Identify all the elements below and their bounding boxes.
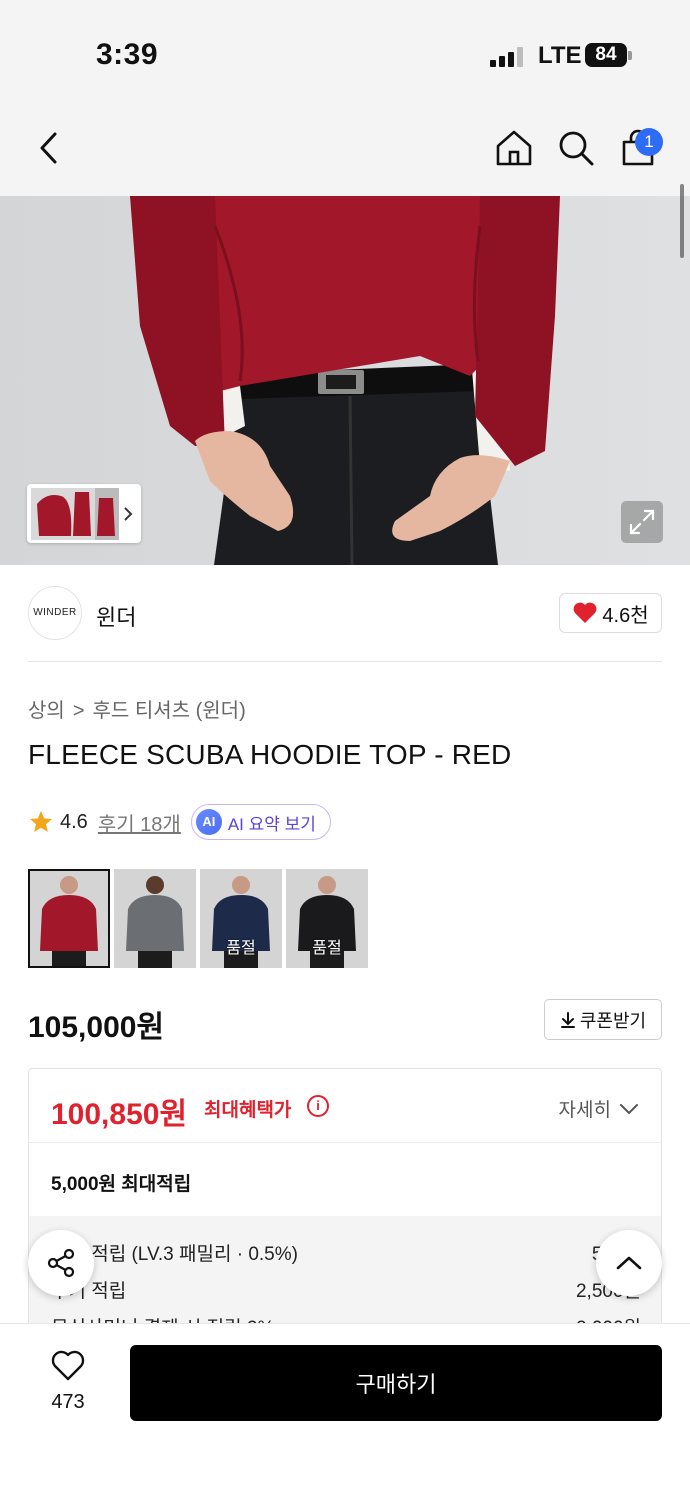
status-bar: 3:39 LTE 84 [0, 0, 690, 100]
color-option-grey[interactable] [114, 869, 196, 968]
chevron-down-icon [620, 1103, 638, 1114]
ai-icon: AI [195, 809, 222, 835]
brand-like-button[interactable]: 4.6천 [559, 593, 662, 633]
color-thumb-grey [114, 869, 196, 968]
product-title: FLEECE SCUBA HOODIE TOP - RED [28, 739, 512, 770]
heart-outline-icon [51, 1350, 85, 1381]
reward-row: 후기 적립 2,500원 [51, 1276, 641, 1303]
color-option-black[interactable]: 품절 [286, 869, 368, 968]
review-link[interactable]: 후기 18개 [98, 808, 181, 837]
battery-tip [628, 51, 632, 60]
wishlist-button[interactable]: 473 [38, 1350, 98, 1414]
chevron-left-icon [40, 132, 57, 164]
divider [28, 661, 662, 662]
rating-row: 4.6 후기 18개 AI AI 요약 보기 [28, 804, 331, 840]
download-icon [560, 1011, 575, 1028]
color-option-navy[interactable]: 품절 [200, 869, 282, 968]
wishlist-count: 473 [51, 1391, 85, 1413]
breadcrumb-item-subcategory[interactable]: 후드 티셔츠 (윈더) [93, 700, 246, 722]
color-option-red[interactable] [28, 869, 110, 968]
search-button[interactable] [556, 128, 596, 168]
detail-label: 자세히 [558, 1100, 611, 1121]
status-time: 3:39 [96, 38, 159, 71]
chevron-up-icon [616, 1256, 642, 1270]
max-benefit-label: 최대혜택가 [204, 1100, 292, 1121]
expand-icon [629, 509, 655, 535]
original-price: 105,000원 [28, 1011, 165, 1044]
scroll-top-button[interactable] [596, 1230, 662, 1296]
cart-count-badge: 1 [635, 128, 663, 156]
ai-summary-button[interactable]: AI AI 요약 보기 [190, 804, 331, 840]
bottom-purchase-bar: 473 구매하기 [0, 1324, 690, 1500]
expand-image-button[interactable] [621, 501, 663, 543]
signal-icon [490, 47, 524, 67]
rating-value: 4.6 [60, 810, 88, 833]
breadcrumb-item-category[interactable]: 상의 [28, 700, 65, 722]
reward-total: 5,000원 최대적립 [51, 1174, 192, 1195]
share-icon [47, 1248, 75, 1278]
heart-icon [573, 602, 597, 623]
buy-button[interactable]: 구매하기 [130, 1345, 662, 1421]
brand-logo[interactable]: WINDER [28, 586, 82, 640]
coupon-label: 쿠폰받기 [579, 1010, 647, 1031]
star-icon [30, 811, 52, 832]
hero-thumbnail-strip[interactable] [27, 484, 141, 543]
thumbnail-images [31, 488, 133, 540]
back-button[interactable] [30, 128, 70, 168]
share-button[interactable] [28, 1230, 94, 1296]
benefit-box: 100,850원 최대혜택가 i 자세히 5,000원 최대적립 등급 적립 (… [28, 1068, 662, 1368]
brand-like-count: 4.6천 [602, 604, 649, 627]
chevron-right-icon [124, 507, 133, 521]
soldout-label: 품절 [226, 940, 256, 957]
ai-summary-label: AI 요약 보기 [227, 814, 316, 834]
page-scrollbar[interactable] [680, 184, 684, 258]
color-options: 품절 품절 [28, 869, 368, 968]
battery-icon: 84 [585, 43, 627, 67]
top-nav [0, 100, 690, 196]
coupon-button[interactable]: 쿠폰받기 [544, 999, 662, 1040]
max-benefit-price: 100,850원 [51, 1098, 188, 1131]
divider [29, 1142, 661, 1143]
brand-name[interactable]: 윈더 [96, 600, 136, 632]
network-label: LTE [538, 42, 582, 69]
info-icon[interactable]: i [307, 1095, 329, 1117]
home-icon [496, 130, 532, 166]
search-icon [559, 131, 594, 166]
breadcrumb-separator: > [72, 700, 85, 722]
home-button[interactable] [494, 128, 534, 168]
benefit-detail-toggle[interactable]: 자세히 [559, 1095, 639, 1122]
soldout-label: 품절 [312, 940, 342, 957]
reward-row: 등급 적립 (LV.3 패밀리 · 0.5%) 500원 [51, 1239, 641, 1266]
color-thumb-red [28, 869, 110, 968]
breadcrumb: 상의 > 후드 티셔츠 (윈더) [28, 694, 246, 723]
